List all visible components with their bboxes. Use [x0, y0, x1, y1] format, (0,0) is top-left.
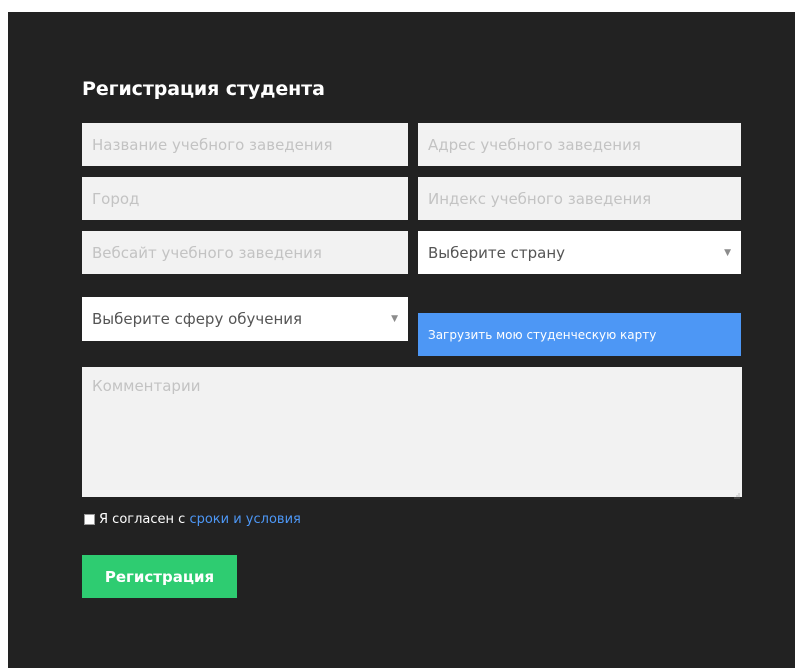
- terms-prefix: Я согласен с: [99, 512, 186, 527]
- field-of-study-select-value: Выберите сферу обучения: [92, 310, 303, 328]
- terms-checkbox[interactable]: [84, 514, 95, 525]
- resize-grip-icon[interactable]: [732, 491, 740, 499]
- resize-grip-icon-svg: [734, 493, 740, 499]
- chevron-down-icon: ▼: [724, 247, 731, 258]
- terms-agreement: Я согласен с сроки и условия: [84, 512, 301, 527]
- registration-panel: Регистрация студента Выберите страну ▼ В…: [8, 12, 795, 668]
- form-title: Регистрация студента: [82, 78, 325, 100]
- country-select-value: Выберите страну: [428, 243, 565, 262]
- comments-textarea[interactable]: [82, 367, 742, 497]
- country-select[interactable]: Выберите страну ▼: [418, 231, 741, 274]
- institution-website-input[interactable]: [82, 231, 408, 274]
- institution-name-input[interactable]: [82, 123, 408, 166]
- institution-index-input[interactable]: [418, 177, 741, 220]
- upload-student-card-button[interactable]: Загрузить мою студенческую карту: [418, 313, 741, 356]
- upload-button-label: Загрузить мою студенческую карту: [428, 327, 657, 342]
- institution-address-input[interactable]: [418, 123, 741, 166]
- register-button[interactable]: Регистрация: [82, 555, 237, 598]
- city-input[interactable]: [82, 177, 408, 220]
- terms-link[interactable]: сроки и условия: [189, 512, 300, 527]
- field-of-study-select[interactable]: Выберите сферу обучения ▼: [82, 297, 408, 341]
- chevron-down-icon: ▼: [391, 314, 398, 324]
